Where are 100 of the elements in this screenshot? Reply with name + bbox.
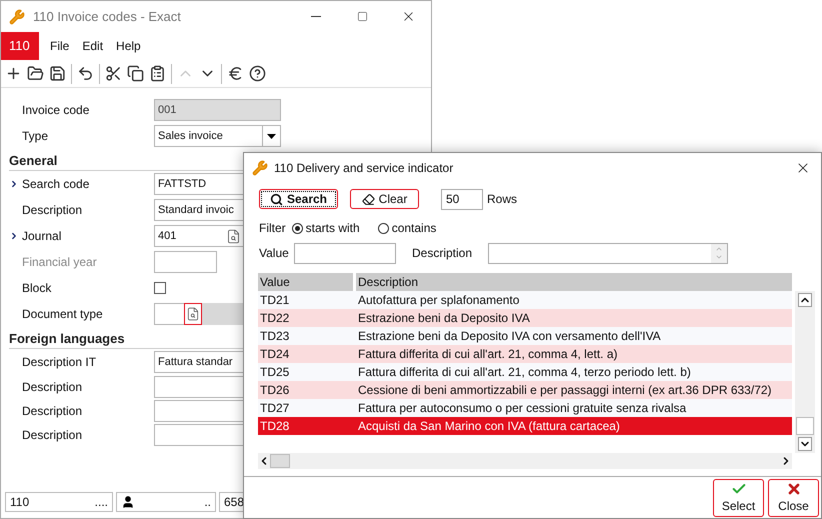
undo-icon[interactable] [77, 65, 94, 82]
select-button[interactable]: Select [713, 478, 764, 516]
scroll-up-icon[interactable] [798, 293, 812, 307]
table-cell-text: TD27 [259, 400, 290, 417]
block-checkbox[interactable] [154, 282, 166, 294]
table-cell-text: Acquisti da San Marino con IVA (fattura cartacea) [357, 418, 621, 435]
input-field[interactable]: FATTSTD [154, 173, 244, 195]
paste-icon[interactable] [149, 65, 166, 82]
table-row[interactable]: TD21 Autofattura per splafonamento [258, 291, 792, 309]
table-cell-text: TD24 [259, 346, 290, 363]
table-cell-text: TD21 [259, 292, 290, 309]
status-text: .... [94, 494, 108, 511]
field-label: Description [22, 403, 84, 420]
close-icon [786, 480, 802, 496]
save-icon[interactable] [49, 65, 66, 82]
field-label: Search code [22, 176, 90, 193]
search-icon [270, 192, 283, 206]
field-label: Invoice code [22, 102, 90, 119]
input-field[interactable] [154, 424, 244, 446]
field-label: Journal [22, 228, 62, 245]
input-field[interactable] [154, 400, 244, 422]
field-label: Document type [22, 306, 104, 323]
radio-button[interactable] [378, 222, 389, 234]
scroll-down-icon[interactable] [798, 437, 812, 451]
field-label: Block [22, 280, 52, 297]
input-field[interactable] [154, 303, 184, 325]
table-cell-text: Fattura differita di cui all'art. 21, comma 4, terzo periodo lett. b) [357, 364, 692, 381]
table-row[interactable]: TD25 Fattura differita di cui all'art. 21, comma 4, terzo periodo lett. b) [258, 363, 792, 381]
dropdown-arrow-icon [267, 134, 276, 138]
lookup-icon[interactable] [226, 228, 241, 244]
horizontal-scrollbar[interactable] [258, 453, 792, 469]
value-field[interactable] [294, 242, 396, 264]
eraser-icon [362, 192, 375, 206]
user-icon [121, 495, 135, 509]
table-cell-text: TD23 [259, 328, 290, 345]
minimize-icon [311, 16, 321, 17]
status-text: .. [204, 494, 211, 511]
field-label: Description IT [22, 354, 98, 371]
field-label: Description [22, 379, 84, 396]
table-cell-text: Estrazione beni da Deposito IVA [357, 310, 531, 327]
field-label: Financial year [22, 254, 98, 271]
lookup-button[interactable] [184, 303, 202, 325]
menu-item[interactable]: Help [116, 37, 141, 55]
radio-label: starts with [306, 220, 360, 237]
table-row[interactable]: TD26 Cessione di beni ammortizzabili e per passaggi interni (ex art.36 DPR 633/72) [258, 381, 792, 399]
status-text: 658 [224, 494, 244, 511]
dialog-title: 110 Delivery and service indicator [274, 160, 454, 176]
table-cell-text: TD26 [259, 382, 290, 399]
table-row[interactable]: TD27 Fattura per autoconsumo o per cessioni gratuite senza rivalsa [258, 399, 792, 417]
table-cell-text: Cessione di beni ammortizzabili e per passaggi interni (ex art.36 DPR 633/72) [357, 382, 773, 399]
app-badge: 110 [1, 32, 39, 60]
document-type-display [202, 303, 244, 325]
input-field[interactable]: 001 [154, 99, 281, 121]
radio-button[interactable] [292, 222, 303, 234]
table-row[interactable]: TD22 Estrazione beni da Deposito IVA [258, 309, 792, 327]
maximize-icon [356, 11, 368, 22]
copy-icon[interactable] [127, 65, 144, 82]
menu-item[interactable]: File [50, 37, 70, 55]
search-button[interactable]: Search [259, 189, 338, 209]
help-icon[interactable] [249, 65, 266, 82]
section-header: Foreign languages [9, 330, 125, 348]
close-button[interactable]: Close [768, 478, 819, 516]
euro-icon[interactable] [227, 65, 244, 82]
rows-field[interactable]: 50 [441, 188, 483, 210]
table-cell-text: TD25 [259, 364, 290, 381]
clear-button[interactable]: Clear [350, 189, 419, 209]
table-row[interactable]: TD24 Fattura differita di cui all'art. 21, comma 4, lett. a) [258, 345, 792, 363]
rows-label: Rows [487, 191, 518, 208]
menu-item[interactable]: Edit [82, 37, 104, 55]
filter-label: Filter [259, 220, 286, 237]
table-cell-text: TD22 [259, 310, 290, 327]
table-cell-text: TD28 [259, 418, 290, 435]
radio-label: contains [392, 220, 436, 237]
status-text: 110 [10, 494, 30, 511]
add-icon[interactable] [5, 65, 22, 82]
section-header: General [9, 152, 58, 170]
wrench-icon [252, 160, 268, 176]
input-field[interactable]: 401 [154, 225, 244, 247]
scroll-thumb[interactable] [270, 454, 290, 468]
table-cell-text: Estrazione beni da Deposito IVA con versamento dell'IVA [357, 328, 662, 345]
input-field[interactable]: Fattura standar [154, 351, 244, 373]
table-cell-text: Fattura differita di cui all'art. 21, comma 4, lett. a) [357, 346, 619, 363]
input-field[interactable]: Standard invoic [154, 199, 244, 221]
folder-icon[interactable] [27, 65, 44, 82]
scissors-icon[interactable] [105, 65, 122, 82]
field-label: Description [22, 427, 84, 444]
type-dropdown[interactable]: Sales invoice [154, 125, 281, 147]
field-label: Type [22, 128, 50, 145]
table-row[interactable]: TD28 Acquisti da San Marino con IVA (fattura cartacea) [258, 417, 792, 435]
scroll-thumb[interactable] [796, 417, 814, 435]
vertical-scrollbar[interactable] [795, 291, 815, 453]
description-label: Description [412, 245, 474, 262]
value-label: Value [259, 245, 290, 262]
window-title: 110 Invoice codes - Exact [33, 8, 181, 26]
table-row[interactable]: TD23 Estrazione beni da Deposito IVA con versamento dell'IVA [258, 327, 792, 345]
input-field[interactable] [154, 376, 244, 398]
table-cell-text: Fattura per autoconsumo o per cessioni gratuite senza rivalsa [357, 400, 688, 417]
field-label: Description [22, 202, 84, 219]
column-header[interactable]: Description [356, 273, 792, 291]
column-header[interactable]: Value [258, 273, 353, 291]
